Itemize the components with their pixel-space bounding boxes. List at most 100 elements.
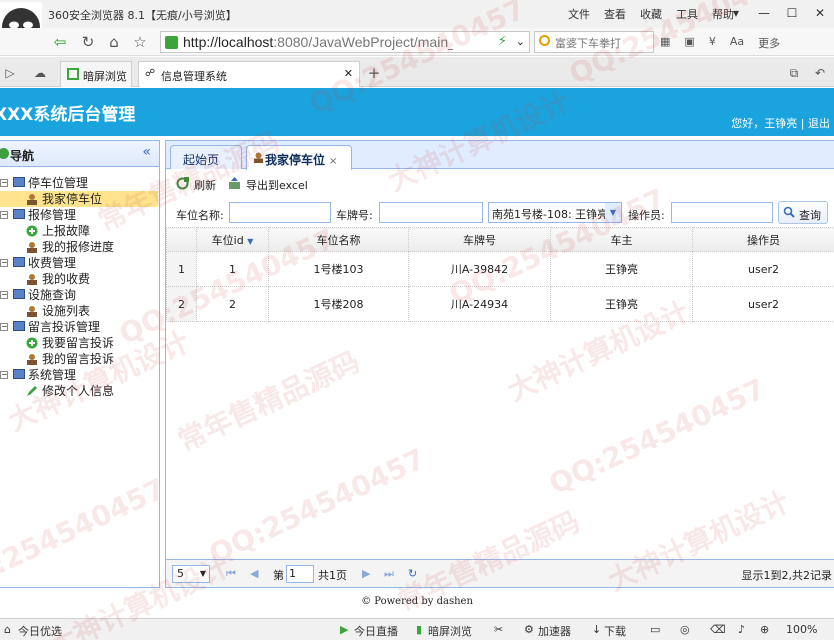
tree-group-system[interactable]: − 系统管理 <box>0 367 158 383</box>
tree-item-report-fault[interactable]: 上报故障 <box>0 223 158 239</box>
tree-item-my-complaints[interactable]: 我的留言投诉 <box>0 351 158 367</box>
status-live[interactable]: 今日直播 <box>354 623 398 639</box>
search-placeholder: 富婆下车拳打 <box>555 37 621 50</box>
table-row[interactable]: 2 2 1号楼208 川A-24934 王铮亮 user2 <box>166 286 834 322</box>
star-icon[interactable]: ☆ <box>130 32 150 52</box>
tree-item-submit-complaint[interactable]: 我要留言投诉 <box>0 335 158 351</box>
scissors-icon[interactable]: ✂ <box>494 623 503 636</box>
menu-view[interactable]: 查看 <box>604 6 626 22</box>
browser-tab-label: 暗屏浏览 <box>83 70 127 83</box>
status-accelerator[interactable]: 加速器 <box>538 623 571 639</box>
status-download[interactable]: 下载 <box>604 623 626 639</box>
refresh-button[interactable]: 刷新 <box>176 177 216 193</box>
extension-icon[interactable]: ▣ <box>684 35 694 51</box>
home-icon[interactable]: ⌂ <box>104 32 124 52</box>
tree-group-fees[interactable]: − 收费管理 <box>0 255 158 271</box>
search-input[interactable]: 富婆下车拳打 <box>534 31 654 53</box>
tree-group-repair[interactable]: − 报修管理 <box>0 207 158 223</box>
tab-close-icon[interactable]: × <box>329 156 337 167</box>
browser-tab-system[interactable]: ☍ 信息管理系统 ✕ <box>138 61 360 87</box>
tab-close-icon[interactable]: ✕ <box>344 67 353 80</box>
tree-item-facility-list[interactable]: 设施列表 <box>0 303 158 319</box>
font-icon[interactable]: Aa <box>730 35 744 51</box>
menu-favorites[interactable]: 收藏 <box>640 6 662 22</box>
sidebar-toggle-icon[interactable]: ▷ <box>0 63 20 83</box>
expand-icon[interactable]: − <box>0 179 8 187</box>
refresh-label: 刷新 <box>194 179 216 192</box>
menu-file[interactable]: 文件 <box>568 6 590 22</box>
accelerator-icon: ⚙ <box>524 623 534 636</box>
tree-group-parking[interactable]: − 停车位管理 <box>0 175 158 191</box>
menu-tools[interactable]: 工具 <box>676 6 698 22</box>
url-input[interactable]: http://localhost:8080/JavaWebProject/mai… <box>160 31 530 53</box>
next-page-icon[interactable]: ▶ <box>362 567 370 580</box>
page-number-input[interactable]: 1 <box>286 565 314 583</box>
page-size-select[interactable]: 5 ▼ <box>172 565 210 583</box>
cloud-icon[interactable]: ☁ <box>30 63 50 83</box>
prev-page-icon[interactable]: ◀ <box>250 567 258 580</box>
column-header-name[interactable]: 车位名称 <box>268 227 409 252</box>
undo-icon[interactable]: ↶ <box>810 63 830 83</box>
plate-input[interactable] <box>379 202 483 223</box>
operator-input[interactable] <box>671 202 773 223</box>
status-dark-mode[interactable]: 暗屏浏览 <box>428 623 472 639</box>
expand-icon[interactable]: − <box>0 323 8 331</box>
expand-icon[interactable]: − <box>0 259 8 267</box>
status-today-picks[interactable]: 今日优选 <box>18 623 62 639</box>
close-icon[interactable]: ✕ <box>806 0 834 26</box>
browser-icon[interactable]: ◎ <box>680 623 690 636</box>
tree-group-facilities[interactable]: − 设施查询 <box>0 287 158 303</box>
new-tab-icon[interactable]: + <box>364 63 384 83</box>
tab-home[interactable]: 起始页 <box>170 145 242 169</box>
owner-select[interactable]: 南苑1号楼-108: 王铮亮 ▼ <box>488 202 622 223</box>
tab-my-parking[interactable]: 我家停车位 × <box>246 145 352 170</box>
export-excel-button[interactable]: 导出到excel <box>228 177 308 193</box>
browser-titlebar: 360安全浏览器 8.1【无痕/小号浏览】 文件 查看 收藏 工具 帮助 ▾ —… <box>0 0 834 54</box>
volume-icon[interactable]: ♪ <box>738 623 745 636</box>
tree-item-edit-profile[interactable]: 修改个人信息 <box>0 383 158 399</box>
sort-desc-icon[interactable]: ▼ <box>247 237 253 246</box>
user-greeting[interactable]: 您好，王铮亮 | 退出 <box>731 115 830 131</box>
maximize-icon[interactable]: ☐ <box>778 0 806 26</box>
space-name-input[interactable] <box>229 202 331 223</box>
column-header-owner[interactable]: 车主 <box>550 227 693 252</box>
apps-icon[interactable]: ▦ <box>660 35 670 51</box>
tree-item-my-parking[interactable]: 我家停车位 <box>0 191 158 207</box>
expand-icon[interactable]: − <box>0 211 8 219</box>
delete-icon[interactable]: ⌫ <box>710 623 726 636</box>
minimize-icon[interactable]: — <box>750 0 778 26</box>
more-menu[interactable]: 更多 <box>758 35 780 51</box>
chevron-down-icon[interactable]: ⌄ <box>516 35 525 48</box>
chevron-down-icon: ▼ <box>199 569 206 578</box>
table-row[interactable]: 1 1 1号楼103 川A-39842 王铮亮 user2 <box>166 251 834 287</box>
reload-icon[interactable]: ↻ <box>408 567 417 580</box>
tree-item-my-fees[interactable]: 我的收费 <box>0 271 158 287</box>
skin-icon[interactable]: ▾ <box>722 0 750 26</box>
column-header-id[interactable]: 车位id ▼ <box>196 227 269 252</box>
window-controls: ▾ — ☐ ✕ <box>722 0 834 26</box>
first-page-icon[interactable]: ⏮ <box>226 567 236 581</box>
back-icon[interactable]: ⇦ <box>50 32 70 52</box>
statusbar-home-icon[interactable]: ⌂ <box>4 623 11 636</box>
speed-icon[interactable]: ⚡ <box>498 34 507 49</box>
browser-tab-dark[interactable]: 暗屏浏览 <box>60 61 132 87</box>
coin-icon[interactable]: ¥ <box>709 35 716 51</box>
chevron-down-icon[interactable]: ▼ <box>605 203 621 222</box>
expand-icon[interactable]: − <box>0 291 8 299</box>
expand-icon[interactable]: − <box>0 371 8 379</box>
column-header-plate[interactable]: 车牌号 <box>408 227 551 252</box>
url-path: :8080/JavaWebProject/main_ <box>273 34 453 50</box>
zoom-level[interactable]: 100% <box>786 623 817 636</box>
query-button[interactable]: 查询 <box>778 201 828 224</box>
last-page-icon[interactable]: ⏭ <box>384 567 394 581</box>
tree-item-repair-progress[interactable]: 我的报修进度 <box>0 239 158 255</box>
screen-icon[interactable]: ▭ <box>650 623 660 636</box>
cell-owner: 王铮亮 <box>550 251 693 287</box>
column-header-operator[interactable]: 操作员 <box>692 227 834 252</box>
restore-tab-icon[interactable]: ⧉ <box>784 63 804 83</box>
browser-tabbar: ▷ ☁ 暗屏浏览 ☍ 信息管理系统 ✕ + ⧉ ↶ <box>0 57 834 87</box>
browser-statusbar: ⌂ 今日优选 ▶ 今日直播 ▮ 暗屏浏览 ✂ ⚙ 加速器 ↓ 下载 ▭ ◎ ⌫ … <box>0 618 834 640</box>
tree-group-complaints[interactable]: − 留言投诉管理 <box>0 319 158 335</box>
refresh-icon[interactable]: ↻ <box>78 32 98 52</box>
collapse-icon[interactable]: « <box>142 144 151 160</box>
